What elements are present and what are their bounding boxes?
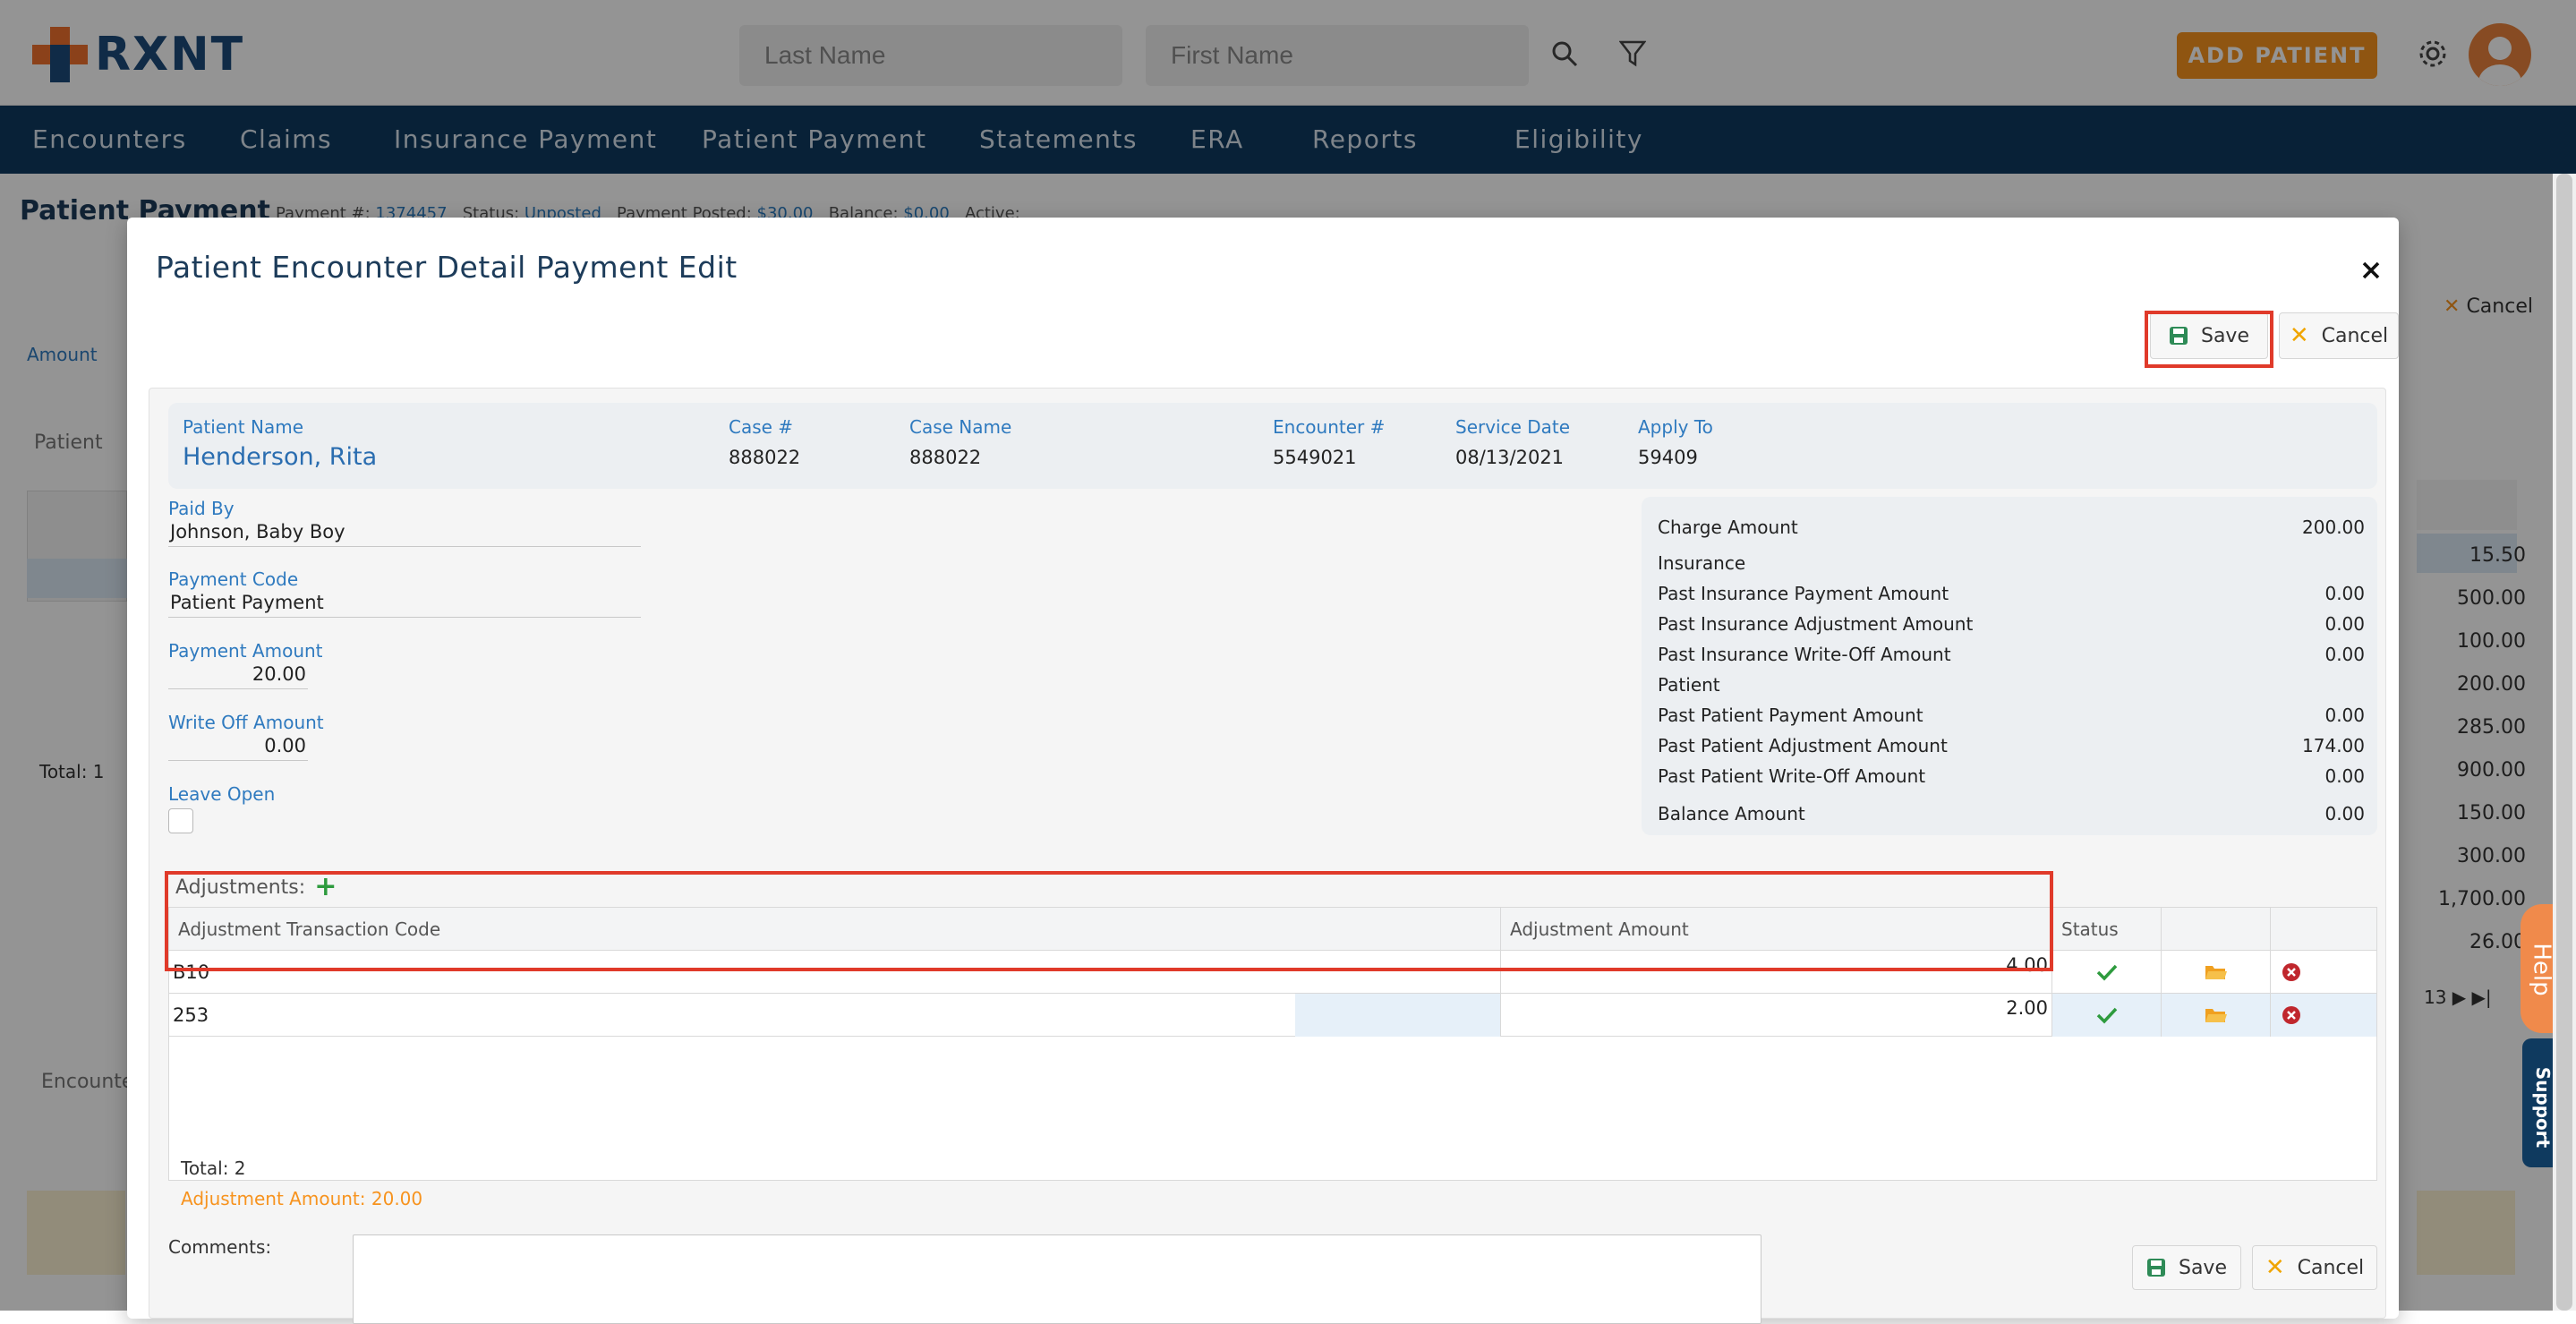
scrollbar-thumb[interactable] bbox=[2556, 174, 2572, 1311]
support-label: Support bbox=[2532, 1066, 2555, 1149]
cancel-button[interactable]: ✕ Cancel bbox=[2279, 312, 2399, 359]
leave-open-checkbox[interactable] bbox=[168, 808, 193, 833]
save-button-bottom[interactable]: Save bbox=[2132, 1245, 2241, 1290]
help-label: Help bbox=[2529, 943, 2555, 996]
save-icon bbox=[2146, 1259, 2165, 1277]
cancel-button-bottom[interactable]: ✕ Cancel bbox=[2252, 1245, 2377, 1290]
close-icon[interactable] bbox=[2358, 257, 2384, 284]
modal-title: Patient Encounter Detail Payment Edit bbox=[156, 250, 738, 285]
save-button[interactable]: Save bbox=[2150, 312, 2268, 359]
payment-edit-modal: Patient Encounter Detail Payment Edit Sa… bbox=[127, 218, 2399, 1319]
add-adjustment-icon[interactable]: + bbox=[314, 874, 337, 901]
save-icon bbox=[2169, 327, 2188, 345]
cancel-x-icon: ✕ bbox=[2265, 1254, 2285, 1281]
cancel-x-icon: ✕ bbox=[2289, 322, 2309, 349]
detail-panel bbox=[149, 388, 2386, 1319]
